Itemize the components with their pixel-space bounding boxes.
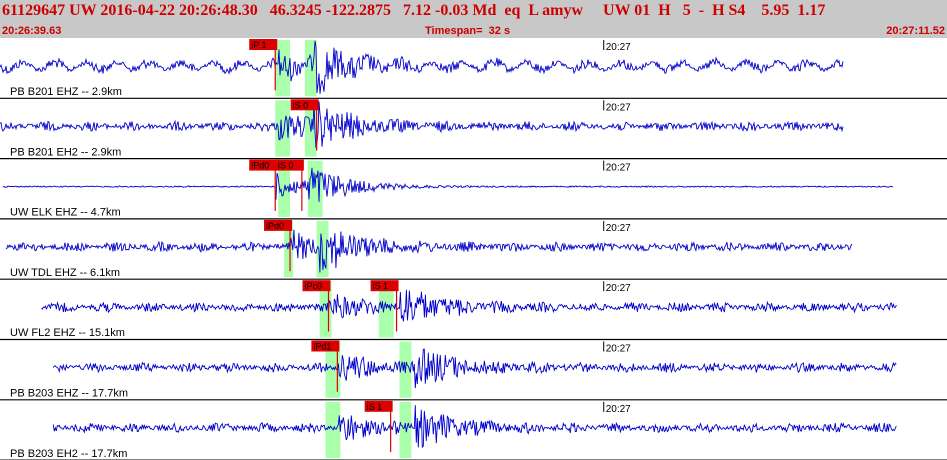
- time-tick-label: 20:27: [606, 223, 631, 234]
- pick-window: [399, 401, 412, 459]
- time-tick-label: 20:27: [606, 102, 631, 113]
- time-tick-label: 20:27: [606, 344, 631, 355]
- timespan-label: Timespan= 32 s: [425, 25, 511, 37]
- channel-label: UW ELK EHZ -- 4.7km: [10, 207, 121, 219]
- trace-panel: iP 1 20:27 PB B201 EHZ -- 2.9km: [0, 39, 947, 99]
- time-tick-label: 20:27: [606, 163, 631, 174]
- end-time: 20:27:11.52: [886, 25, 945, 37]
- waveform: [5, 229, 853, 273]
- pick-label: iS 0: [278, 161, 294, 171]
- trace-panel: iPc0 iS 1 20:27 UW FL2 EHZ -- 15.1km: [0, 280, 947, 341]
- time-tick-label: 20:27: [606, 42, 631, 53]
- trace-panel: iPd1 20:27 PB B203 EHZ -- 17.7km: [0, 340, 947, 401]
- pick-window: [275, 40, 291, 97]
- trace-panel: iPd0 iS 0 20:27 UW ELK EHZ -- 4.7km: [0, 159, 947, 220]
- channel-label: UW FL2 EHZ -- 15.1km: [10, 327, 125, 339]
- pick-label: iS 0: [293, 100, 309, 110]
- time-tick-label: 20:27: [606, 283, 631, 294]
- channel-label: PB B203 EH2 -- 17.7km: [10, 448, 127, 460]
- channel-label: UW TDL EHZ -- 6.1km: [10, 267, 120, 279]
- event-summary: 61129647 UW 2016-04-22 20:26:48.30 46.32…: [2, 2, 826, 19]
- waveform: [0, 101, 844, 149]
- start-time: 20:26:39.63: [2, 25, 62, 37]
- waveform: [0, 40, 844, 94]
- pick-label: iPd0: [266, 221, 284, 231]
- pick-label: iPc0: [304, 281, 322, 291]
- pick-label: iPd1: [313, 342, 331, 352]
- waveform: [2, 167, 894, 202]
- pick-window: [307, 160, 323, 217]
- trace-panel: iS 1 20:27 PB B203 EH2 -- 17.7km: [0, 400, 947, 460]
- trace-panel: iS 0 20:27 PB B201 EH2 -- 2.9km: [0, 99, 947, 160]
- pick-label: iS 1: [373, 281, 389, 291]
- trace-panel: iPd0 20:27 UW TDL EHZ -- 6.1km: [0, 219, 947, 280]
- header-bar: 61129647 UW 2016-04-22 20:26:48.30 46.32…: [0, 0, 947, 38]
- time-tick-label: 20:27: [606, 404, 631, 415]
- pick-label: iPd0: [251, 161, 269, 171]
- waveform: [52, 405, 897, 449]
- channel-label: PB B203 EHZ -- 17.7km: [10, 388, 128, 400]
- seismogram-plot: iP 1 20:27 PB B201 EHZ -- 2.9km iS 0 20:27 PB…: [0, 39, 947, 460]
- waveform: [41, 289, 897, 322]
- pick-label: iS 1: [367, 402, 383, 412]
- waveform: [52, 348, 897, 389]
- channel-label: PB B201 EH2 -- 2.9km: [10, 146, 121, 158]
- channel-label: PB B201 EHZ -- 2.9km: [10, 86, 122, 98]
- pick-label: iP 1: [251, 40, 266, 50]
